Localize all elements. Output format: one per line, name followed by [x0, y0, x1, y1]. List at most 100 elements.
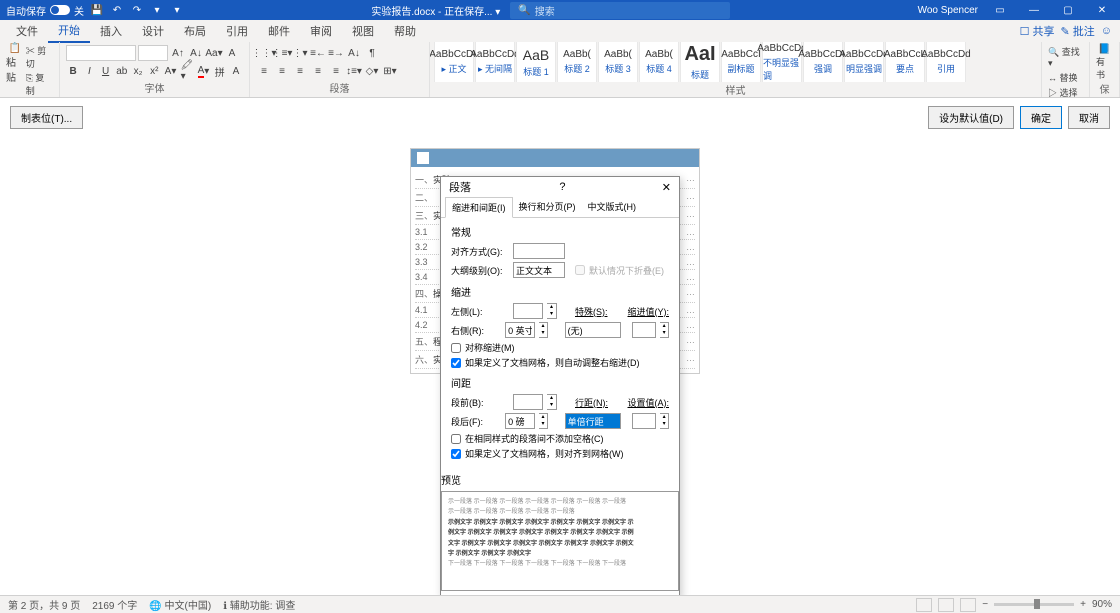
- align-right-icon[interactable]: ≡: [292, 63, 308, 79]
- page-status[interactable]: 第 2 页，共 9 页: [8, 597, 80, 612]
- after-spinner[interactable]: ▴▾: [539, 413, 548, 429]
- align-left-icon[interactable]: ≡: [256, 63, 272, 79]
- tab-home[interactable]: 开始: [48, 19, 90, 43]
- addon-icon[interactable]: 📘: [1098, 44, 1110, 55]
- tab-help[interactable]: 帮助: [384, 20, 426, 42]
- right-indent-input[interactable]: [505, 322, 535, 338]
- line-spacing-icon[interactable]: ↕≡▾: [346, 63, 362, 79]
- font-color-icon[interactable]: A▾: [196, 63, 210, 79]
- zoom-in-icon[interactable]: +: [1080, 599, 1086, 610]
- tab-mailings[interactable]: 邮件: [258, 20, 300, 42]
- style-item[interactable]: AaBbCcDd明显强调: [844, 42, 884, 82]
- dialog-tab-asian[interactable]: 中文版式(H): [582, 197, 643, 217]
- align-center-icon[interactable]: ≡: [274, 63, 290, 79]
- spacing-amt-spinner[interactable]: ▴▾: [660, 413, 669, 429]
- style-item[interactable]: AaBb(标题 3: [598, 42, 638, 82]
- tabs-button[interactable]: 制表位(T)...: [10, 106, 83, 129]
- shading-icon[interactable]: ◇▾: [364, 63, 380, 79]
- tab-review[interactable]: 审阅: [300, 20, 342, 42]
- style-item[interactable]: AaI标题: [680, 42, 720, 82]
- autosave-toggle[interactable]: 自动保存 关: [6, 3, 84, 18]
- style-item[interactable]: AaBbCcDd▸ 正文: [434, 42, 474, 82]
- style-item[interactable]: AaBbCcL要点: [885, 42, 925, 82]
- decrease-indent-icon[interactable]: ≡←: [310, 45, 326, 61]
- bullets-icon[interactable]: ⋮⋮▾: [256, 45, 272, 61]
- numbering-icon[interactable]: ⋮≡▾: [274, 45, 290, 61]
- after-input[interactable]: [505, 413, 535, 429]
- increase-indent-icon[interactable]: ≡→: [328, 45, 344, 61]
- strikethrough-icon[interactable]: ab: [115, 63, 129, 79]
- subscript-icon[interactable]: x₂: [131, 63, 145, 79]
- bold-icon[interactable]: B: [66, 63, 80, 79]
- replace-button[interactable]: ↔ 替换: [1048, 70, 1083, 85]
- right-indent-spinner[interactable]: ▴▾: [539, 322, 548, 338]
- copy-button[interactable]: ⎘ 复制: [26, 71, 53, 97]
- cancel-button[interactable]: 取消: [1068, 106, 1110, 129]
- mirror-indent-checkbox[interactable]: [451, 343, 461, 353]
- before-spinner[interactable]: ▴▾: [547, 394, 557, 410]
- smiley-icon[interactable]: ☺: [1101, 25, 1112, 37]
- sort-icon[interactable]: A↓: [346, 45, 362, 61]
- tab-layout[interactable]: 布局: [174, 20, 216, 42]
- qat-more-icon[interactable]: ▾: [150, 3, 164, 17]
- style-item[interactable]: AaB标题 1: [516, 42, 556, 82]
- find-button[interactable]: 🔍 查找 ▾: [1048, 44, 1083, 70]
- distribute-icon[interactable]: ≡: [328, 63, 344, 79]
- style-item[interactable]: AaBbCcDd不明显强调: [762, 42, 802, 82]
- close-icon[interactable]: ✕: [1090, 1, 1114, 19]
- font-size-select[interactable]: [138, 45, 168, 61]
- show-marks-icon[interactable]: ¶: [364, 45, 380, 61]
- search-box[interactable]: 🔍 搜索: [510, 2, 730, 19]
- undo-icon[interactable]: ↶: [110, 3, 124, 17]
- style-item[interactable]: AaBb(标题 2: [557, 42, 597, 82]
- accessibility-status[interactable]: ℹ 辅助功能: 调查: [223, 597, 295, 612]
- style-item[interactable]: AaBbCcDd▸ 无间隔: [475, 42, 515, 82]
- tab-view[interactable]: 视图: [342, 20, 384, 42]
- dialog-close-icon[interactable]: ✕: [662, 181, 671, 194]
- zoom-slider[interactable]: [994, 603, 1074, 606]
- web-layout-icon[interactable]: [960, 598, 976, 612]
- maximize-icon[interactable]: ▢: [1056, 1, 1080, 19]
- justify-icon[interactable]: ≡: [310, 63, 326, 79]
- line-spacing-select[interactable]: 单倍行距: [565, 413, 621, 429]
- no-space-checkbox[interactable]: [451, 434, 461, 444]
- tab-design[interactable]: 设计: [132, 20, 174, 42]
- special-select[interactable]: (无): [565, 322, 621, 338]
- indent-amt-spinner[interactable]: ▴▾: [660, 322, 669, 338]
- font-family-select[interactable]: [66, 45, 136, 61]
- snap-grid-checkbox[interactable]: [451, 449, 461, 459]
- auto-indent-checkbox[interactable]: [451, 358, 461, 368]
- highlight-icon[interactable]: 🖍▾: [180, 63, 195, 79]
- italic-icon[interactable]: I: [82, 63, 96, 79]
- tab-file[interactable]: 文件: [6, 20, 48, 42]
- clear-format-icon[interactable]: A: [224, 45, 240, 61]
- redo-icon[interactable]: ↷: [130, 3, 144, 17]
- cut-button[interactable]: ✂ 剪切: [26, 44, 53, 70]
- before-input[interactable]: [513, 394, 543, 410]
- underline-icon[interactable]: U: [98, 63, 112, 79]
- left-indent-input[interactable]: [513, 303, 543, 319]
- minimize-icon[interactable]: —: [1022, 1, 1046, 19]
- save-icon[interactable]: 💾: [90, 3, 104, 17]
- tab-references[interactable]: 引用: [216, 20, 258, 42]
- borders-icon[interactable]: ⊞▾: [382, 63, 398, 79]
- ribbon-display-icon[interactable]: ▭: [988, 1, 1012, 19]
- dialog-help-icon[interactable]: ?: [559, 181, 565, 193]
- zoom-level[interactable]: 90%: [1092, 599, 1112, 610]
- multilevel-icon[interactable]: ⋮▾: [292, 45, 308, 61]
- tab-insert[interactable]: 插入: [90, 20, 132, 42]
- outline-select[interactable]: 正文文本: [513, 262, 565, 278]
- print-layout-icon[interactable]: [938, 598, 954, 612]
- grow-font-icon[interactable]: A↑: [170, 45, 186, 61]
- user-name[interactable]: Woo Spencer: [918, 5, 978, 16]
- dialog-tab-indent[interactable]: 缩进和间距(I): [445, 197, 513, 218]
- left-indent-spinner[interactable]: ▴▾: [547, 303, 557, 319]
- word-count[interactable]: 2169 个字: [92, 597, 137, 612]
- style-item[interactable]: AaBbCcDd强调: [803, 42, 843, 82]
- superscript-icon[interactable]: x²: [147, 63, 161, 79]
- language-status[interactable]: 🌐 中文(中国): [149, 597, 211, 612]
- style-item[interactable]: AaBbCcI副标题: [721, 42, 761, 82]
- char-border-icon[interactable]: A: [229, 63, 243, 79]
- style-item[interactable]: AaBb(标题 4: [639, 42, 679, 82]
- style-item[interactable]: AaBbCcDd引用: [926, 42, 966, 82]
